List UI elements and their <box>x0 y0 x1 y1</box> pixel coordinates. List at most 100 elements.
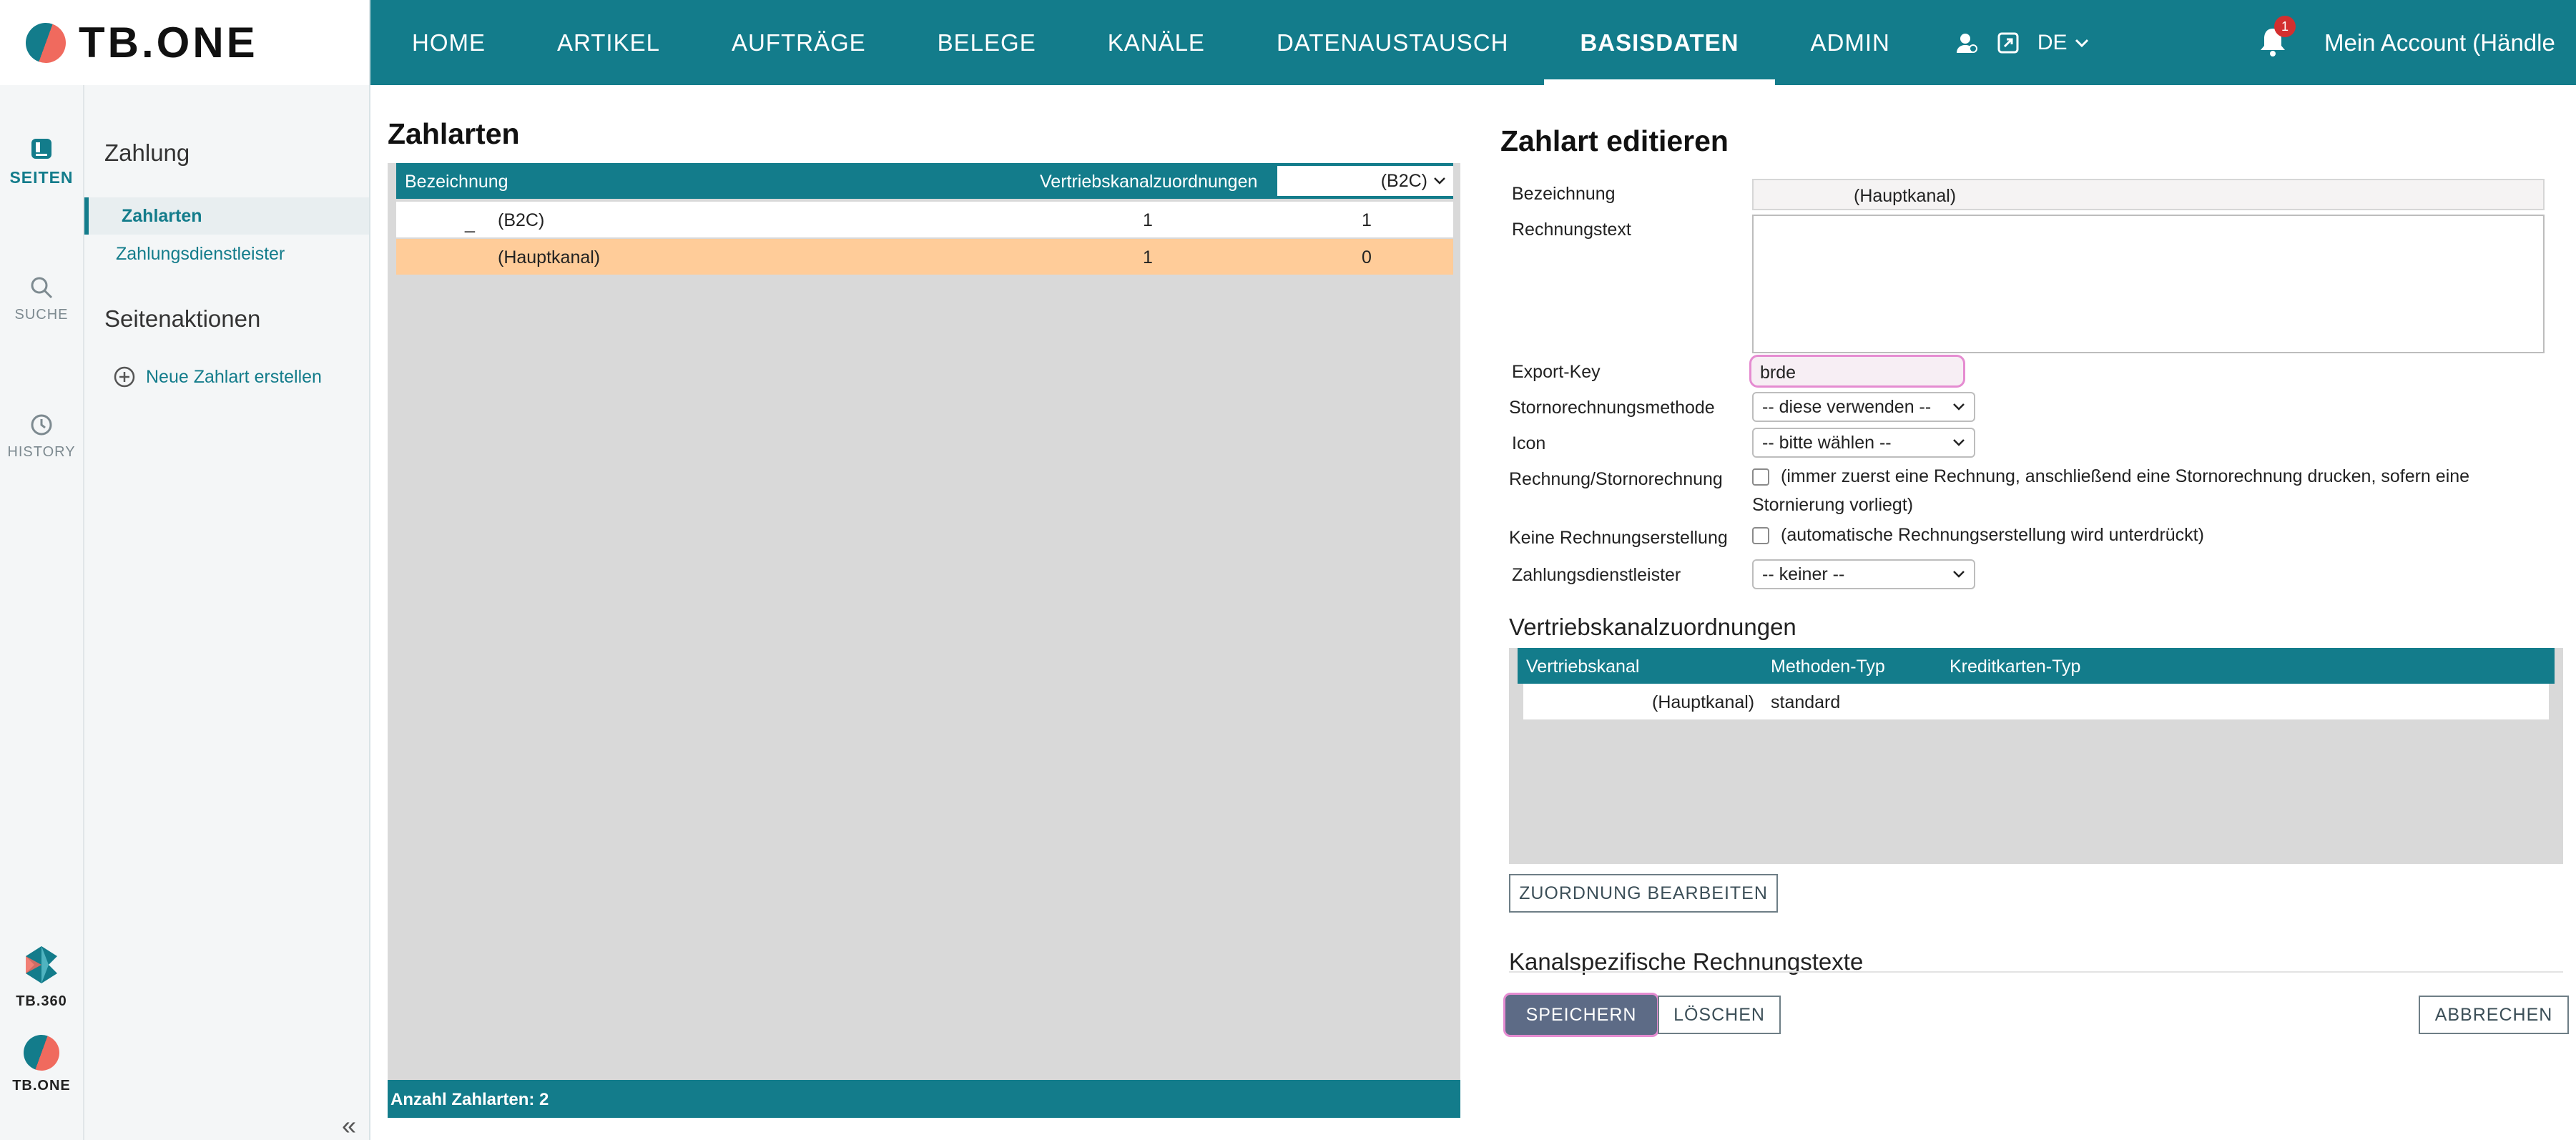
nav-auftraege[interactable]: AUFTRÄGE <box>696 0 902 85</box>
payment-provider-select[interactable]: -- keiner -- <box>1752 559 1975 589</box>
export-key-input[interactable]: brde <box>1749 355 1965 388</box>
user-settings-icon[interactable] <box>1955 31 1979 55</box>
assignments-header: Vertriebskanal Methoden-Typ Kreditkarten… <box>1518 648 2555 684</box>
nav-datenaustausch[interactable]: DATENAUSTAUSCH <box>1241 0 1544 85</box>
no-invoice-option: (automatische Rechnungserstellung wird u… <box>1752 525 2204 546</box>
cancel-button[interactable]: ABBRECHEN <box>2419 996 2569 1034</box>
channel-filter-select[interactable]: (B2C) <box>1277 166 1453 196</box>
no-invoice-text: (automatische Rechnungserstellung wird u… <box>1781 525 2204 545</box>
main-nav: HOME ARTIKEL AUFTRÄGE BELEGE KANÄLE DATE… <box>370 0 2576 85</box>
storno-method-select[interactable]: -- diese verwenden -- <box>1752 392 1975 422</box>
edit-assignment-button[interactable]: ZUORDNUNG BEARBEITEN <box>1509 874 1778 913</box>
assignment-channel: (Hauptkanal) <box>1652 692 1755 712</box>
row-prefix: _ <box>465 213 475 233</box>
nav-basisdaten[interactable]: BASISDATEN <box>1544 0 1775 85</box>
chevron-down-icon <box>1953 439 1965 446</box>
language-value: DE <box>2037 30 2068 54</box>
tbone-logo-icon <box>19 16 73 69</box>
name-field[interactable]: (Hauptkanal) <box>1752 179 2545 210</box>
rail-tb360[interactable]: TB.360 <box>0 943 83 1010</box>
row-assignments: 1 <box>1143 210 1153 230</box>
rail-suche[interactable]: SUCHE <box>0 275 83 323</box>
label-invoice-text: Rechnungstext <box>1512 220 1631 240</box>
history-icon <box>31 414 52 436</box>
rail-tbone[interactable]: TB.ONE <box>0 1028 83 1094</box>
nav-tools: DE <box>1926 31 2089 55</box>
label-no-invoice: Keine Rechnungserstellung <box>1509 528 1728 548</box>
sidebar-heading: Zahlung <box>104 139 190 166</box>
label-storno-method: Stornorechnungsmethode <box>1509 398 1715 418</box>
collapse-sidebar-icon[interactable]: « <box>342 1111 356 1140</box>
external-link-icon[interactable] <box>1996 31 2020 55</box>
section-divider <box>1509 971 2563 973</box>
language-select[interactable]: DE <box>2037 31 2089 55</box>
rail-tb360-label: TB.360 <box>16 993 67 1009</box>
assignments-table: Vertriebskanal Methoden-Typ Kreditkarten… <box>1509 648 2563 864</box>
row-assignments: 1 <box>1143 247 1153 267</box>
nav-belege[interactable]: BELEGE <box>902 0 1072 85</box>
channel-filter-value: (B2C) <box>1380 170 1427 191</box>
label-export-key: Export-Key <box>1512 362 1601 382</box>
app-logo[interactable]: TB.ONE <box>0 0 370 85</box>
row-channel-value: 0 <box>1362 247 1372 267</box>
row-name: (B2C) <box>498 210 545 230</box>
assignment-method-type: standard <box>1771 692 1841 712</box>
column-header-assignments[interactable]: Vertriebskanalzuordnungen <box>1040 172 1257 192</box>
delete-button[interactable]: LÖSCHEN <box>1658 996 1781 1034</box>
chevron-down-icon <box>2075 39 2088 47</box>
tbone-small-logo-icon <box>17 1028 66 1077</box>
table-row[interactable]: (Hauptkanal) standard <box>1523 684 2549 719</box>
app-logo-text: TB.ONE <box>79 19 258 67</box>
top-bar: TB.ONE HOME ARTIKEL AUFTRÄGE BELEGE KANÄ… <box>0 0 2576 85</box>
chevron-down-icon <box>1953 571 1965 578</box>
row-channel-value: 1 <box>1362 210 1372 230</box>
nav-artikel[interactable]: ARTIKEL <box>521 0 696 85</box>
table-row[interactable]: _ (B2C) 1 1 <box>396 202 1453 237</box>
page-title: Zahlarten <box>388 117 520 150</box>
payment-methods-table: Bezeichnung Vertriebskanalzuordnungen (B… <box>388 163 1460 1118</box>
assignments-title: Vertriebskanalzuordnungen <box>1509 614 1796 640</box>
row-name: (Hauptkanal) <box>498 247 601 267</box>
table-footer-count: Anzahl Zahlarten: 2 <box>388 1080 1460 1118</box>
invoice-storno-checkbox[interactable] <box>1752 468 1769 486</box>
search-icon <box>31 277 53 299</box>
no-invoice-checkbox[interactable] <box>1752 527 1769 545</box>
label-name: Bezeichnung <box>1512 184 1616 204</box>
account-menu[interactable]: Mein Account (Händle <box>2324 0 2576 85</box>
notifications-button[interactable]: 1 <box>2258 16 2296 59</box>
column-header-method-type: Methoden-Typ <box>1771 657 1885 677</box>
column-header-channel: Vertriebskanal <box>1526 657 1640 677</box>
icon-select[interactable]: -- bitte wählen -- <box>1752 428 1975 458</box>
save-button[interactable]: SPEICHERN <box>1503 993 1659 1037</box>
invoice-storno-text-1: (immer zuerst eine Rechnung, anschließen… <box>1781 466 2470 486</box>
invoice-text-area[interactable] <box>1752 215 2545 353</box>
invoice-storno-option: (immer zuerst eine Rechnung, anschließen… <box>1752 466 2469 487</box>
icon-rail: SEITEN SUCHE HISTORY TB.360 TB.ONE <box>0 85 84 1140</box>
sidebar-item-zahlungsdienstleister[interactable]: Zahlungsdienstleister <box>84 244 369 265</box>
nav-home[interactable]: HOME <box>370 0 521 85</box>
new-payment-method-button[interactable]: Neue Zahlart erstellen <box>113 365 322 388</box>
sidebar-item-zahlarten[interactable]: Zahlarten <box>84 197 369 235</box>
label-invoice-storno: Rechnung/Stornorechnung <box>1509 469 1723 489</box>
notification-badge: 1 <box>2274 16 2296 37</box>
rail-tbone-label: TB.ONE <box>12 1078 71 1094</box>
nav-kanaele[interactable]: KANÄLE <box>1072 0 1241 85</box>
chevron-down-icon <box>1434 177 1445 185</box>
sidebar-actions-heading: Seitenaktionen <box>104 305 261 332</box>
sidebar: Zahlung Zahlarten Zahlungsdienstleister … <box>84 85 370 1140</box>
invoice-storno-text-2: Stornierung vorliegt) <box>1752 495 1914 515</box>
storno-method-value: -- diese verwenden -- <box>1762 396 1932 417</box>
label-payment-provider: Zahlungsdienstleister <box>1512 565 1681 585</box>
table-row-selected[interactable]: (Hauptkanal) 1 0 <box>396 239 1453 275</box>
plus-circle-icon <box>114 366 135 388</box>
column-header-card-type: Kreditkarten-Typ <box>1950 657 2081 677</box>
payment-provider-value: -- keiner -- <box>1762 564 1845 584</box>
rail-history[interactable]: HISTORY <box>0 413 83 461</box>
rail-history-label: HISTORY <box>7 444 76 460</box>
rail-seiten[interactable]: SEITEN <box>0 137 83 187</box>
pages-icon <box>31 139 51 159</box>
icon-select-value: -- bitte wählen -- <box>1762 432 1892 453</box>
column-header-name[interactable]: Bezeichnung <box>405 172 508 192</box>
label-icon: Icon <box>1512 433 1546 453</box>
nav-admin[interactable]: ADMIN <box>1775 0 1926 85</box>
